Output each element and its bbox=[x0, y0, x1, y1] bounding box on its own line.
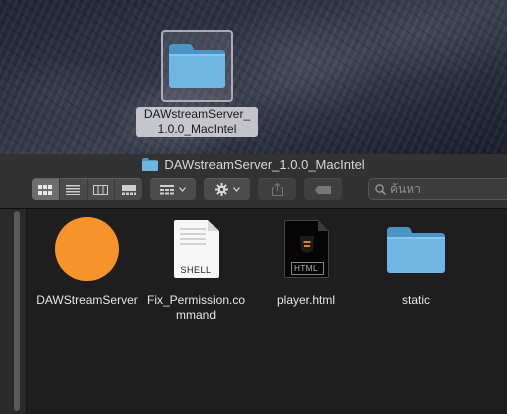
file-icon-wrap bbox=[384, 217, 448, 281]
file-item[interactable]: HTML player.html bbox=[250, 217, 362, 308]
chevron-down-icon bbox=[232, 187, 240, 192]
desktop-folder-label[interactable]: DAWstreamServer_1.0.0_MacIntel bbox=[136, 107, 258, 137]
file-type-tag: SHELL bbox=[180, 265, 212, 275]
share-button[interactable] bbox=[258, 178, 296, 200]
window-title: DAWstreamServer_1.0.0_MacIntel bbox=[164, 157, 365, 172]
folder-icon bbox=[142, 158, 159, 171]
sidebar-edge bbox=[0, 209, 27, 414]
file-icon-wrap bbox=[55, 217, 119, 281]
shell-script-icon: SHELL bbox=[173, 220, 219, 278]
page-fold bbox=[207, 220, 219, 231]
icon-view-button[interactable] bbox=[32, 179, 60, 200]
scrollbar[interactable] bbox=[14, 211, 20, 411]
list-view-icon bbox=[66, 184, 81, 195]
window-title-row: DAWstreamServer_1.0.0_MacIntel bbox=[0, 157, 507, 172]
app-icon bbox=[55, 217, 119, 281]
html-file-icon: HTML bbox=[283, 220, 329, 278]
doc-lines bbox=[179, 228, 206, 248]
desktop-folder-selection[interactable] bbox=[161, 30, 233, 102]
file-name: DAWStreamServer bbox=[36, 293, 138, 307]
desktop-folder[interactable]: DAWstreamServer_1.0.0_MacIntel bbox=[135, 30, 259, 137]
list-view-button[interactable] bbox=[60, 179, 88, 200]
page-fold bbox=[317, 220, 329, 231]
search-icon bbox=[375, 183, 386, 195]
action-button[interactable] bbox=[204, 178, 250, 200]
gear-icon bbox=[214, 183, 228, 196]
search-field[interactable] bbox=[368, 178, 507, 200]
finder-window: DAWstreamServer_1.0.0_MacIntel ค้นหา DAW… bbox=[0, 154, 507, 414]
folder-icon bbox=[169, 44, 225, 88]
view-mode-control bbox=[32, 178, 142, 200]
share-icon bbox=[271, 183, 283, 196]
gallery-view-icon bbox=[121, 184, 136, 195]
chevron-down-icon bbox=[179, 187, 186, 192]
file-browser-content: DAWStreamServer SHELL Fix_Permission.com… bbox=[0, 209, 507, 414]
group-icon bbox=[160, 184, 174, 194]
file-icon-wrap: SHELL bbox=[164, 217, 228, 281]
icon-view-icon bbox=[38, 184, 53, 195]
column-view-icon bbox=[93, 184, 109, 195]
desktop: DAWstreamServer_1.0.0_MacIntel bbox=[0, 0, 507, 154]
gallery-view-button[interactable] bbox=[115, 179, 142, 200]
file-type-tag: HTML bbox=[294, 264, 318, 273]
file-name: Fix_Permission.command bbox=[146, 293, 246, 322]
file-item[interactable]: SHELL Fix_Permission.command bbox=[140, 217, 252, 323]
tag-icon bbox=[315, 185, 331, 194]
search-input[interactable] bbox=[390, 182, 490, 196]
group-by-button[interactable] bbox=[150, 178, 196, 200]
toolbar bbox=[0, 178, 507, 202]
column-view-button[interactable] bbox=[88, 179, 116, 200]
titlebar: DAWstreamServer_1.0.0_MacIntel bbox=[0, 154, 507, 209]
file-name: player.html bbox=[276, 293, 336, 307]
tags-button[interactable] bbox=[304, 178, 342, 200]
file-item[interactable]: DAWStreamServer bbox=[31, 217, 143, 308]
html5-shield-icon bbox=[299, 236, 314, 253]
folder-icon bbox=[387, 227, 445, 273]
file-item[interactable]: static bbox=[360, 217, 472, 308]
file-icon-wrap: HTML bbox=[274, 217, 338, 281]
file-name: static bbox=[401, 293, 430, 307]
